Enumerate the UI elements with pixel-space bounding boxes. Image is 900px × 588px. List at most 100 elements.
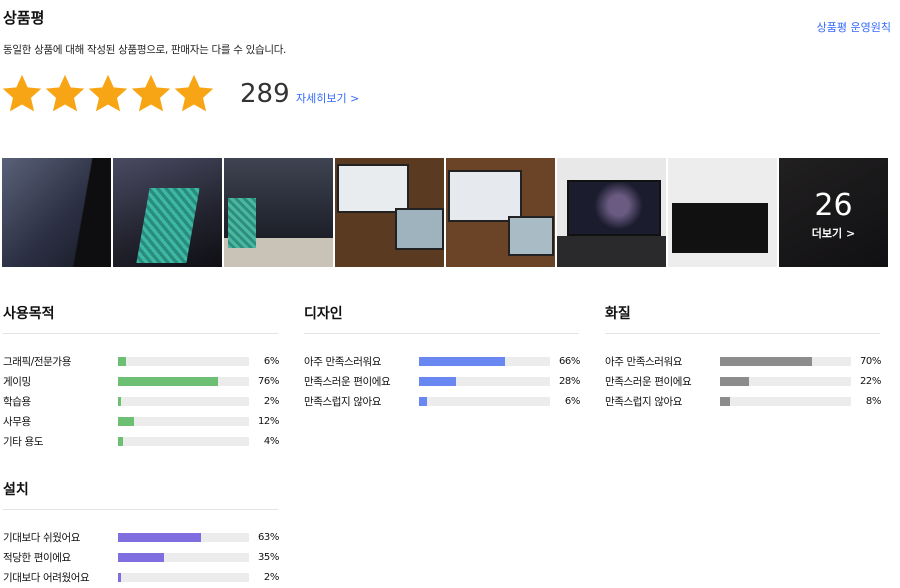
rating-label: 만족스러운 편이에요	[605, 375, 692, 388]
rating-bar-fill	[720, 356, 812, 366]
star-rating	[0, 72, 215, 116]
rating-label: 기대보다 쉬웠어요	[3, 531, 81, 544]
rating-bar	[118, 436, 249, 446]
rating-percent: 8%	[865, 395, 881, 407]
rating-row: 만족스러운 편이에요 22%	[605, 371, 881, 391]
section-title: 설치	[3, 479, 278, 510]
rating-label: 적당한 편이에요	[3, 551, 71, 564]
rating-bar-fill	[419, 376, 456, 386]
rating-row: 게이밍 76%	[3, 371, 279, 391]
star-icon	[174, 74, 214, 112]
star-icon	[131, 74, 171, 112]
review-photo[interactable]	[224, 158, 333, 267]
rating-bar	[118, 532, 249, 542]
rating-bar-fill	[118, 396, 121, 406]
rating-bar	[419, 376, 550, 386]
section-title: 디자인	[304, 303, 579, 334]
rating-label: 만족스럽지 않아요	[304, 395, 382, 408]
rating-row: 그래픽/전문가용 6%	[3, 351, 279, 371]
more-photos-button[interactable]: 26 더보기 >	[779, 158, 888, 267]
detail-link[interactable]: 자세히보기 >	[296, 90, 359, 106]
review-photo[interactable]	[446, 158, 555, 267]
rating-row: 학습용 2%	[3, 391, 279, 411]
rating-bar	[118, 416, 249, 426]
rating-bar-fill	[419, 356, 506, 366]
more-photos-label: 더보기 >	[811, 227, 856, 240]
rating-bar	[419, 396, 550, 406]
review-photo[interactable]	[113, 158, 222, 267]
rating-bar	[118, 552, 249, 562]
rating-label: 만족스러운 편이에요	[304, 375, 391, 388]
rating-row: 기대보다 어려웠어요 2%	[3, 567, 279, 587]
rating-percent: 63%	[257, 531, 279, 543]
rating-label: 기대보다 어려웠어요	[3, 571, 90, 584]
rating-bar	[720, 376, 851, 386]
reviews-description: 동일한 상품에 대해 작성된 상품평으로, 판매자는 다를 수 있습니다.	[3, 44, 287, 56]
star-icon	[45, 74, 85, 112]
rating-row: 만족스럽지 않아요 8%	[605, 391, 881, 411]
rating-bar	[419, 356, 550, 366]
section-install: 설치 기대보다 쉬웠어요 63% 적당한 편이에요 35% 기대보다 어려웠어요 2%	[3, 479, 279, 587]
rating-bar	[720, 396, 851, 406]
rating-percent: 2%	[263, 395, 279, 407]
rating-bar-fill	[419, 396, 427, 406]
rating-row: 기타 용도 4%	[3, 431, 279, 451]
photo-strip: 26 더보기 >	[2, 158, 888, 267]
rating-percent: 4%	[263, 435, 279, 447]
rating-percent: 28%	[558, 375, 580, 387]
rating-percent: 35%	[257, 551, 279, 563]
rating-label: 게이밍	[3, 375, 31, 388]
review-photo[interactable]	[335, 158, 444, 267]
rating-bar-fill	[720, 396, 731, 406]
rating-row: 기대보다 쉬웠어요 63%	[3, 527, 279, 547]
section-quality: 화질 아주 만족스러워요 70% 만족스러운 편이에요 22% 만족스럽지 않아요 8%	[605, 303, 881, 411]
reviews-title: 상품평	[3, 9, 45, 27]
rating-percent: 6%	[564, 395, 580, 407]
rating-bar-fill	[118, 552, 164, 562]
rating-label: 만족스럽지 않아요	[605, 395, 683, 408]
star-icon	[88, 74, 128, 112]
rating-bar-fill	[118, 356, 126, 366]
rating-label: 학습용	[3, 395, 31, 408]
section-purpose: 사용목적 그래픽/전문가용 6% 게이밍 76% 학습용 2% 사무용 12% 기타 용도 4%	[3, 303, 279, 451]
rating-bar-fill	[118, 572, 121, 582]
review-photo[interactable]	[668, 158, 777, 267]
review-policy-link[interactable]: 상품평 운영원칙	[817, 19, 891, 35]
review-photo[interactable]	[557, 158, 666, 267]
rating-row: 만족스럽지 않아요 6%	[304, 391, 580, 411]
rating-label: 아주 만족스러워요	[605, 355, 683, 368]
rating-row: 만족스러운 편이에요 28%	[304, 371, 580, 391]
rating-percent: 2%	[263, 571, 279, 583]
section-title: 사용목적	[3, 303, 278, 334]
rating-label: 사무용	[3, 415, 31, 428]
rating-row: 아주 만족스러워요 66%	[304, 351, 580, 371]
rating-bar-fill	[118, 376, 218, 386]
rating-percent: 12%	[257, 415, 279, 427]
rating-bar	[118, 356, 249, 366]
rating-label: 그래픽/전문가용	[3, 355, 71, 368]
rating-bar	[118, 396, 249, 406]
rating-bar-fill	[118, 416, 134, 426]
review-count: 289	[240, 79, 290, 109]
rating-percent: 70%	[859, 355, 881, 367]
rating-bar-fill	[118, 436, 124, 446]
rating-percent: 6%	[263, 355, 279, 367]
rating-label: 기타 용도	[3, 435, 43, 448]
rating-bar	[720, 356, 851, 366]
rating-percent: 76%	[257, 375, 279, 387]
rating-percent: 22%	[859, 375, 881, 387]
rating-row: 아주 만족스러워요 70%	[605, 351, 881, 371]
section-design: 디자인 아주 만족스러워요 66% 만족스러운 편이에요 28% 만족스럽지 않아요 6%	[304, 303, 580, 411]
rating-bar	[118, 376, 249, 386]
rating-row: 적당한 편이에요 35%	[3, 547, 279, 567]
rating-bar-fill	[720, 376, 749, 386]
rating-bar	[118, 572, 249, 582]
review-photo[interactable]	[2, 158, 111, 267]
rating-bar-fill	[118, 532, 201, 542]
rating-row: 사무용 12%	[3, 411, 279, 431]
rating-percent: 66%	[558, 355, 580, 367]
rating-label: 아주 만족스러워요	[304, 355, 382, 368]
star-icon	[2, 74, 42, 112]
more-photos-count: 26	[814, 188, 853, 223]
section-title: 화질	[605, 303, 880, 334]
